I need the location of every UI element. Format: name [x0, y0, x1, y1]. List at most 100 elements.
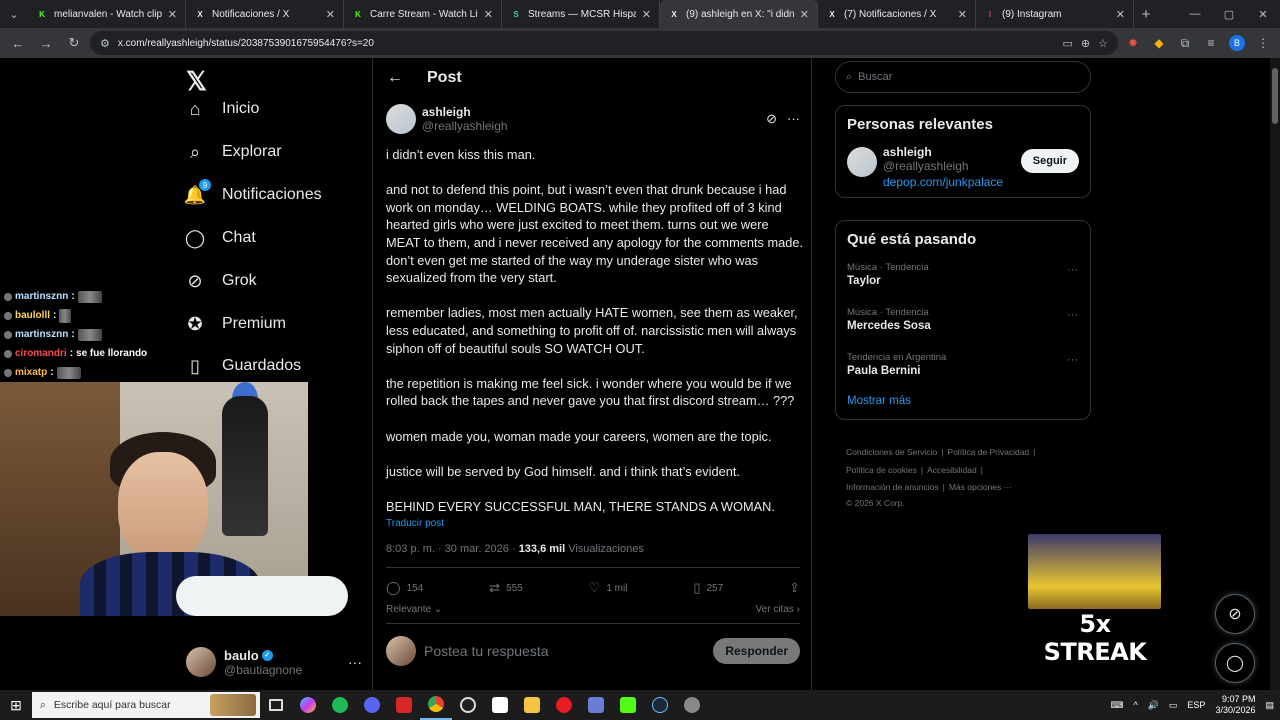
trend-item[interactable]: Música · Tendencia Mercedes Sosa ···	[836, 303, 1090, 348]
obs-icon[interactable]	[452, 690, 484, 720]
accessibility-link[interactable]: Accesibilidad	[927, 465, 977, 475]
messages-fab[interactable]: ◯	[1215, 643, 1255, 683]
tab-search-button[interactable]: ⌄	[0, 0, 28, 28]
browser-tab[interactable]: Kmelianvalen - Watch clips on Kick ✕	[28, 0, 186, 28]
account-switcher[interactable]: baulo ✓ @bautiagnone ···	[186, 644, 362, 680]
browser-tab[interactable]: I (9) Instagram ✕	[976, 0, 1134, 28]
close-window-button[interactable]: ✕	[1246, 0, 1280, 28]
bookmark-star-icon[interactable]: ☆	[1098, 37, 1108, 50]
kick-icon[interactable]	[612, 690, 644, 720]
close-tab-icon[interactable]: ✕	[326, 8, 335, 21]
view-quotes-link[interactable]: Ver citas ›	[756, 604, 800, 615]
page-scrollbar[interactable]	[1270, 58, 1280, 690]
forward-button[interactable]: →	[34, 31, 58, 55]
opera-icon[interactable]	[548, 690, 580, 720]
trend-item[interactable]: Música · Tendencia Taylor ···	[836, 258, 1090, 303]
terms-link[interactable]: Condiciones de Servicio	[846, 447, 937, 457]
reply-submit-button[interactable]: Responder	[713, 638, 800, 664]
nav-item-home[interactable]: ⌂ Inicio	[184, 98, 260, 120]
steam-icon[interactable]	[644, 690, 676, 720]
chevron-up-icon[interactable]: ^	[1133, 700, 1137, 710]
more-options-link[interactable]: Más opciones ···	[949, 482, 1012, 492]
cookies-link[interactable]: Política de cookies	[846, 465, 917, 475]
post-button[interactable]	[176, 576, 348, 616]
task-view-icon[interactable]	[260, 690, 292, 720]
browser-tab[interactable]: X (9) ashleigh en X: "i didn't even ✕	[660, 0, 818, 28]
grok-icon[interactable]: ⊘	[766, 111, 777, 127]
notifications-icon[interactable]: ▤	[1265, 700, 1274, 711]
sort-dropdown[interactable]: Relevante ⌄	[386, 604, 442, 615]
more-options-icon[interactable]: ···	[787, 111, 800, 127]
grok-fab[interactable]: ⊘	[1215, 594, 1255, 634]
capcut-icon[interactable]	[484, 690, 516, 720]
bookmark-button[interactable]: ▯ 257	[693, 580, 723, 596]
browser-menu-icon[interactable]: ⋮	[1252, 32, 1274, 54]
app-icon[interactable]	[580, 690, 612, 720]
repost-button[interactable]: ⇄ 555	[489, 580, 523, 596]
reply-button[interactable]: ◯ 154	[386, 580, 423, 596]
nav-item-chat[interactable]: ◯ Chat	[184, 227, 256, 249]
relevant-name[interactable]: ashleigh	[883, 145, 1015, 159]
translate-post-link[interactable]: Traducir post	[386, 518, 444, 529]
site-info-icon[interactable]: ⚙	[100, 37, 110, 50]
copilot-icon[interactable]	[292, 690, 324, 720]
show-more-link[interactable]: Mostrar más	[836, 393, 1090, 419]
share-button[interactable]: ⇪	[789, 580, 800, 596]
spotify-icon[interactable]	[324, 690, 356, 720]
profile-button[interactable]: B	[1226, 32, 1248, 54]
minimize-button[interactable]: —	[1178, 0, 1212, 28]
reading-list-icon[interactable]: ≡	[1200, 32, 1222, 54]
browser-tab[interactable]: K Carre Stream - Watch Live on Kick ✕	[344, 0, 502, 28]
more-options-icon[interactable]: ···	[348, 654, 362, 670]
file-explorer-icon[interactable]	[516, 690, 548, 720]
nav-item-grok[interactable]: ⊘ Grok	[184, 270, 256, 292]
x-logo[interactable]: 𝕏	[186, 66, 207, 97]
relevant-person[interactable]: ashleigh @reallyashleigh depop.com/junkp…	[836, 143, 1090, 197]
scrollbar-thumb[interactable]	[1272, 68, 1278, 124]
extension-icon-1[interactable]: ✸	[1122, 32, 1144, 54]
zoom-icon[interactable]: ⊕	[1081, 37, 1090, 50]
chrome-icon[interactable]	[420, 690, 452, 720]
nav-item-search[interactable]: ⌕ Explorar	[184, 141, 282, 163]
back-arrow-icon[interactable]: ←	[387, 69, 403, 87]
taskbar-search[interactable]: ⌕ Escribe aquí para buscar	[32, 692, 260, 718]
author-avatar[interactable]	[386, 104, 416, 134]
more-options-icon[interactable]: ···	[1067, 309, 1078, 321]
browser-tab[interactable]: S Streams — MCSR Hispano ✕	[502, 0, 660, 28]
language-indicator[interactable]: ESP	[1187, 700, 1205, 710]
close-tab-icon[interactable]: ✕	[1116, 8, 1125, 21]
post-timestamp[interactable]: 8:03 p. m. · 30 mar. 2026 ·	[386, 543, 519, 555]
close-tab-icon[interactable]: ✕	[642, 8, 651, 21]
relevant-link[interactable]: depop.com/junkpalace	[883, 175, 1015, 189]
like-button[interactable]: ♡ 1 mil	[589, 580, 628, 596]
nav-item-bell[interactable]: 🔔 9 Notificaciones	[184, 179, 322, 206]
game-launcher-icon[interactable]	[676, 690, 708, 720]
extensions-puzzle-icon[interactable]: ⧉	[1174, 32, 1196, 54]
address-bar[interactable]: ⚙ x.com/reallyashleigh/status/2038753901…	[90, 31, 1118, 55]
browser-tab[interactable]: X Notificaciones / X ✕	[186, 0, 344, 28]
discord-icon[interactable]	[356, 690, 388, 720]
streaming-app-icon[interactable]	[388, 690, 420, 720]
reply-input[interactable]: Postea tu respuesta	[424, 643, 705, 659]
privacy-link[interactable]: Política de Privacidad	[947, 447, 1029, 457]
reload-button[interactable]: ↻	[62, 31, 86, 55]
nav-item-bookmark[interactable]: ▯ Guardados	[184, 355, 301, 377]
maximize-button[interactable]: ▢	[1212, 0, 1246, 28]
author-handle[interactable]: @reallyashleigh	[422, 119, 760, 133]
keyboard-icon[interactable]: ⌨	[1110, 700, 1123, 711]
browser-tab[interactable]: X (7) Notificaciones / X ✕	[818, 0, 976, 28]
clock[interactable]: 9:07 PM 3/30/2026	[1215, 694, 1255, 716]
search-input[interactable]: ⌕ Buscar	[835, 61, 1091, 93]
new-tab-button[interactable]: +	[1134, 0, 1158, 28]
more-options-icon[interactable]: ···	[1067, 354, 1078, 366]
nav-item-premium[interactable]: ✪ Premium	[184, 313, 286, 335]
close-tab-icon[interactable]: ✕	[168, 8, 177, 21]
follow-button[interactable]: Seguir	[1020, 149, 1079, 173]
network-icon[interactable]: ▭	[1169, 700, 1178, 711]
start-button[interactable]: ⊞	[0, 690, 32, 720]
close-tab-icon[interactable]: ✕	[800, 8, 809, 21]
extension-icon-2[interactable]: ◆	[1148, 32, 1170, 54]
ads-info-link[interactable]: Información de anuncios	[846, 482, 939, 492]
trend-item[interactable]: Tendencia en Argentina Paula Bernini ···	[836, 348, 1090, 393]
author-name[interactable]: ashleigh	[422, 105, 760, 119]
